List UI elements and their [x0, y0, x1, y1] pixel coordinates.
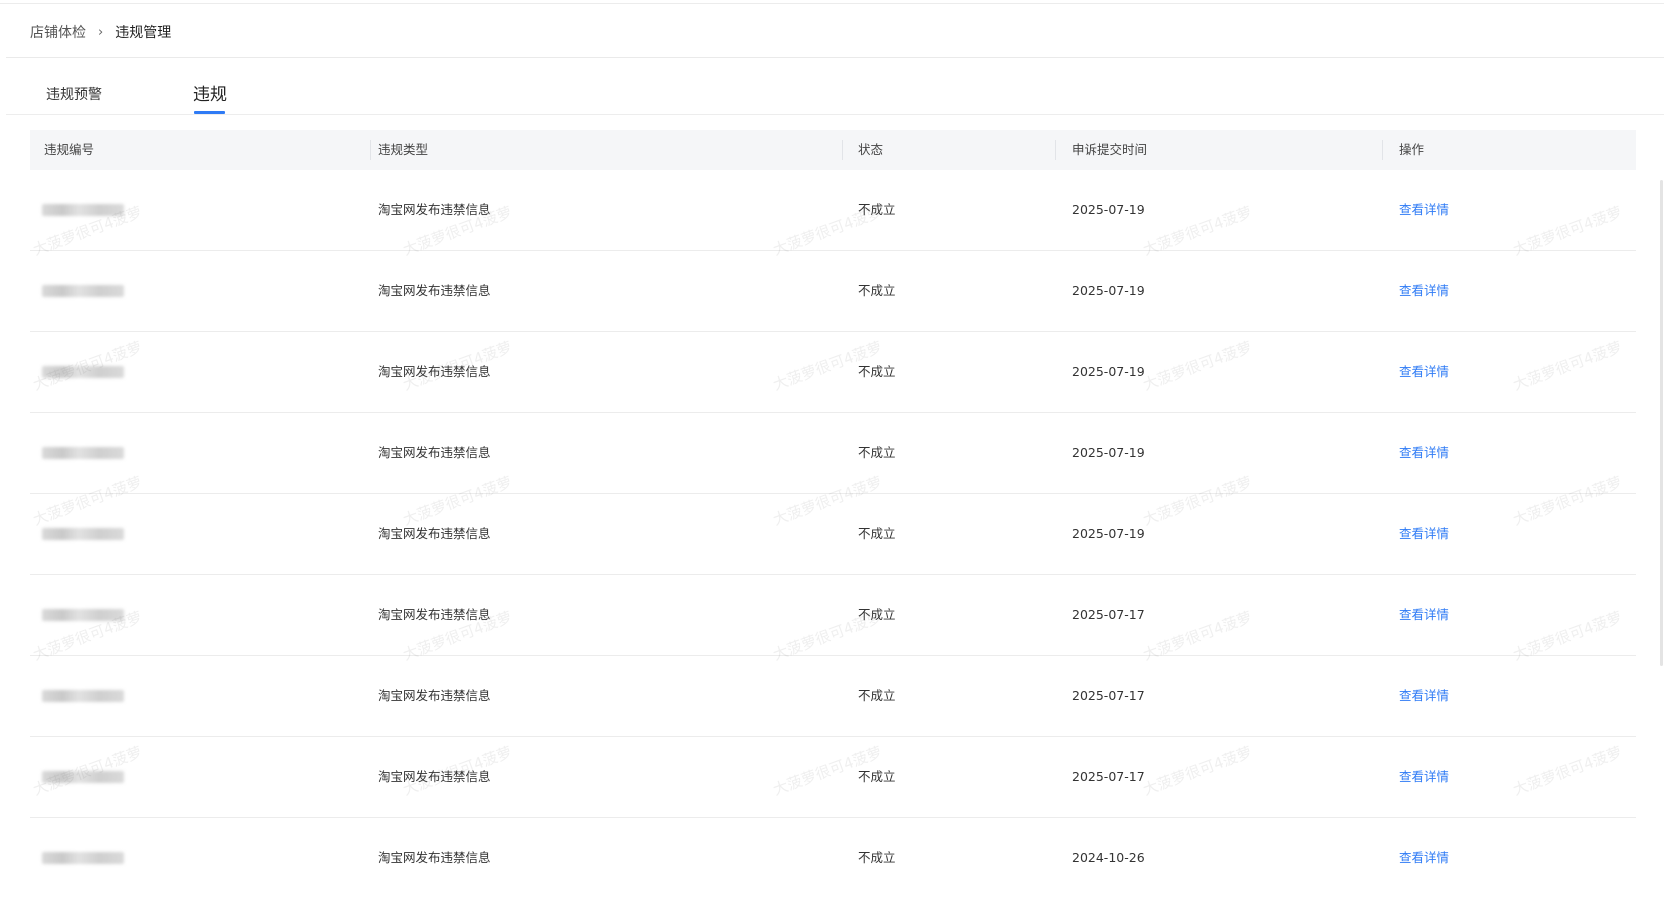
violation-status: 不成立: [858, 850, 896, 865]
view-details-link[interactable]: 查看详情: [1399, 494, 1449, 574]
column-divider: [1055, 140, 1056, 160]
violation-type: 淘宝网发布违禁信息: [378, 688, 491, 703]
view-details-link[interactable]: 查看详情: [1399, 251, 1449, 331]
view-details-link[interactable]: 查看详情: [1399, 413, 1449, 493]
violation-type: 淘宝网发布违禁信息: [378, 445, 491, 460]
appeal-submit-time: 2025-07-17: [1072, 688, 1145, 703]
violation-status: 不成立: [858, 607, 896, 622]
appeal-submit-time: 2025-07-19: [1072, 526, 1145, 541]
breadcrumb: 店铺体检 › 违规管理: [30, 20, 171, 44]
view-details-link[interactable]: 查看详情: [1399, 332, 1449, 412]
column-divider: [842, 140, 843, 160]
violation-type: 淘宝网发布违禁信息: [378, 526, 491, 541]
appeal-submit-time: 2025-07-17: [1072, 769, 1145, 784]
table-row: 淘宝网发布违禁信息 不成立 2025-07-19 查看详情: [30, 494, 1636, 575]
tabs-divider: [6, 114, 1664, 115]
violation-id-redacted: [42, 447, 124, 459]
table-row: 淘宝网发布违禁信息 不成立 2025-07-19 查看详情: [30, 251, 1636, 332]
vertical-scrollbar[interactable]: [1660, 180, 1663, 666]
violation-id-redacted: [42, 852, 124, 864]
column-header-id: 违规编号: [44, 142, 95, 157]
view-details-link[interactable]: 查看详情: [1399, 575, 1449, 655]
violation-status: 不成立: [858, 526, 896, 541]
view-details-link[interactable]: 查看详情: [1399, 656, 1449, 736]
violation-status: 不成立: [858, 202, 896, 217]
column-header-type: 违规类型: [378, 142, 429, 157]
appeal-submit-time: 2024-10-26: [1072, 850, 1145, 865]
violation-id-redacted: [42, 609, 124, 621]
breadcrumb-current-page: 违规管理: [115, 25, 172, 41]
chevron-right-icon: ›: [98, 24, 104, 40]
violation-type: 淘宝网发布违禁信息: [378, 364, 491, 379]
column-header-status: 状态: [858, 142, 884, 157]
violation-type: 淘宝网发布违禁信息: [378, 850, 491, 865]
violation-status: 不成立: [858, 769, 896, 784]
appeal-submit-time: 2025-07-19: [1072, 283, 1145, 298]
violation-id-redacted: [42, 690, 124, 702]
table-row: 淘宝网发布违禁信息 不成立 2025-07-19 查看详情: [30, 332, 1636, 413]
view-details-link[interactable]: 查看详情: [1399, 737, 1449, 817]
appeal-submit-time: 2025-07-19: [1072, 202, 1145, 217]
tab-bar: 违规预警 违规: [0, 58, 1664, 115]
violation-status: 不成立: [858, 283, 896, 298]
violation-id-redacted: [42, 528, 124, 540]
violation-id-redacted: [42, 204, 124, 216]
tab-violation[interactable]: 违规: [193, 80, 227, 105]
table-row: 淘宝网发布违禁信息 不成立 2025-07-19 查看详情: [30, 413, 1636, 494]
violation-type: 淘宝网发布违禁信息: [378, 283, 491, 298]
violation-type: 淘宝网发布违禁信息: [378, 202, 491, 217]
appeal-submit-time: 2025-07-19: [1072, 364, 1145, 379]
tab-violation-warning[interactable]: 违规预警: [46, 84, 102, 104]
column-divider: [1382, 140, 1383, 160]
column-header-appeal-time: 申诉提交时间: [1072, 142, 1148, 157]
table-row: 淘宝网发布违禁信息 不成立 2025-07-17 查看详情: [30, 575, 1636, 656]
view-details-link[interactable]: 查看详情: [1399, 818, 1449, 898]
column-header-action: 操作: [1399, 142, 1425, 157]
table-row: 淘宝网发布违禁信息 不成立 2025-07-19 查看详情: [30, 170, 1636, 251]
violation-status: 不成立: [858, 688, 896, 703]
column-divider: [370, 140, 371, 160]
table-header: 违规编号 违规类型 状态 申诉提交时间 操作: [30, 130, 1636, 170]
appeal-submit-time: 2025-07-17: [1072, 607, 1145, 622]
violation-status: 不成立: [858, 445, 896, 460]
violation-type: 淘宝网发布违禁信息: [378, 607, 491, 622]
violation-id-redacted: [42, 366, 124, 378]
top-divider: [0, 3, 1664, 4]
view-details-link[interactable]: 查看详情: [1399, 170, 1449, 250]
table-row: 淘宝网发布违禁信息 不成立 2024-10-26 查看详情: [30, 818, 1636, 898]
violation-id-redacted: [42, 285, 124, 297]
table-row: 淘宝网发布违禁信息 不成立 2025-07-17 查看详情: [30, 737, 1636, 818]
breadcrumb-shop-checkup[interactable]: 店铺体检: [30, 22, 86, 42]
violation-id-redacted: [42, 771, 124, 783]
table-body: 淘宝网发布违禁信息 不成立 2025-07-19 查看详情 淘宝网发布违禁信息 不成立 20…: [30, 170, 1636, 898]
table-row: 淘宝网发布违禁信息 不成立 2025-07-17 查看详情: [30, 656, 1636, 737]
violation-table: 违规编号 违规类型 状态 申诉提交时间 操作 淘宝网发布违禁信息 不成立 2025-…: [30, 130, 1636, 898]
violation-status: 不成立: [858, 364, 896, 379]
violation-type: 淘宝网发布违禁信息: [378, 769, 491, 784]
appeal-submit-time: 2025-07-19: [1072, 445, 1145, 460]
